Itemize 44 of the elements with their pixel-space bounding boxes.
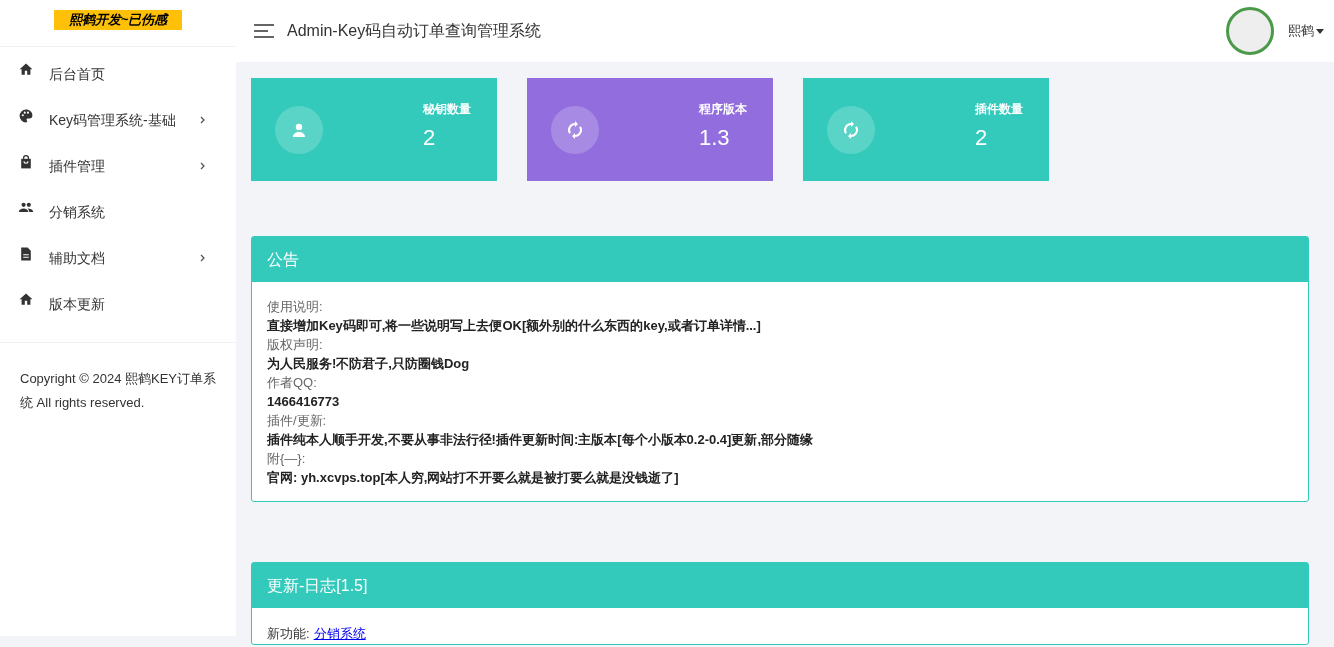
panel-header: 公告	[252, 237, 1308, 282]
panel-header: 更新-日志[1.5]	[252, 563, 1308, 608]
notice-label: 版权声明:	[267, 336, 324, 354]
notice-label: 附{—}:	[267, 450, 307, 468]
notice-label: 作者QQ:	[267, 374, 318, 392]
page-title: Admin-Key码自动订单查询管理系统	[287, 21, 542, 41]
home-icon	[18, 62, 34, 78]
bag-icon	[18, 154, 34, 170]
caret-icon	[1316, 28, 1324, 34]
stat-label: 插件数量	[975, 100, 1024, 118]
notice-text: 插件纯本人顺手开发,不要从事非法行径!插件更新时间:主版本[每个小版本0.2-0.4]更新,部分随缘	[267, 431, 814, 449]
stat-value: 2	[975, 123, 989, 152]
menu-icon[interactable]	[254, 24, 274, 38]
feature-link[interactable]: 分销系统	[313, 624, 366, 644]
document-icon	[18, 246, 34, 262]
sidebar-item[interactable]: Key码管理系统-基础	[0, 97, 236, 143]
stat-label: 程序版本	[699, 100, 748, 118]
refresh-icon	[842, 120, 860, 139]
notice-text: 1466416773	[267, 393, 341, 411]
chevron-icon	[200, 254, 206, 262]
notice-text: 为人民服务!不防君子,只防圈钱Dog	[267, 355, 471, 373]
logo: 熙鹤开发~已伤感	[54, 10, 182, 30]
sidebar-item[interactable]: 版本更新	[0, 281, 236, 327]
notice-label: 插件/更新:	[267, 412, 328, 430]
notice-text: 直接增加Key码即可,将一些说明写上去便OK[额外别的什么东西的key,或者订单详情...]	[267, 317, 762, 335]
sidebar-item[interactable]: 插件管理	[0, 143, 236, 189]
copyright-text: Copyright © 2024 熙鹤KEY订单系统 All rights reserved.	[19, 370, 217, 412]
feature-label: 新功能:	[267, 625, 310, 643]
user-menu[interactable]: 熙鹤	[1288, 21, 1324, 41]
avatar[interactable]	[1226, 7, 1274, 55]
chevron-icon	[200, 162, 206, 170]
chevron-icon	[200, 116, 206, 124]
notice-text: 官网: yh.xcvps.top[本人穷,网站打不开要么就是被打要么就是没钱逝了]	[267, 469, 680, 487]
stat-value: 1.3	[699, 123, 731, 152]
sidebar-item[interactable]: 辅助文档	[0, 235, 236, 281]
home-icon	[18, 292, 34, 308]
user-icon	[291, 121, 307, 138]
sidebar-item[interactable]: 后台首页	[0, 51, 236, 97]
stat-value: 2	[423, 123, 437, 152]
palette-icon	[18, 108, 34, 124]
refresh-icon	[566, 120, 584, 139]
sidebar-item[interactable]: 分销系统	[0, 189, 236, 235]
notice-label: 使用说明:	[267, 298, 324, 316]
stat-label: 秘钥数量	[423, 100, 472, 118]
